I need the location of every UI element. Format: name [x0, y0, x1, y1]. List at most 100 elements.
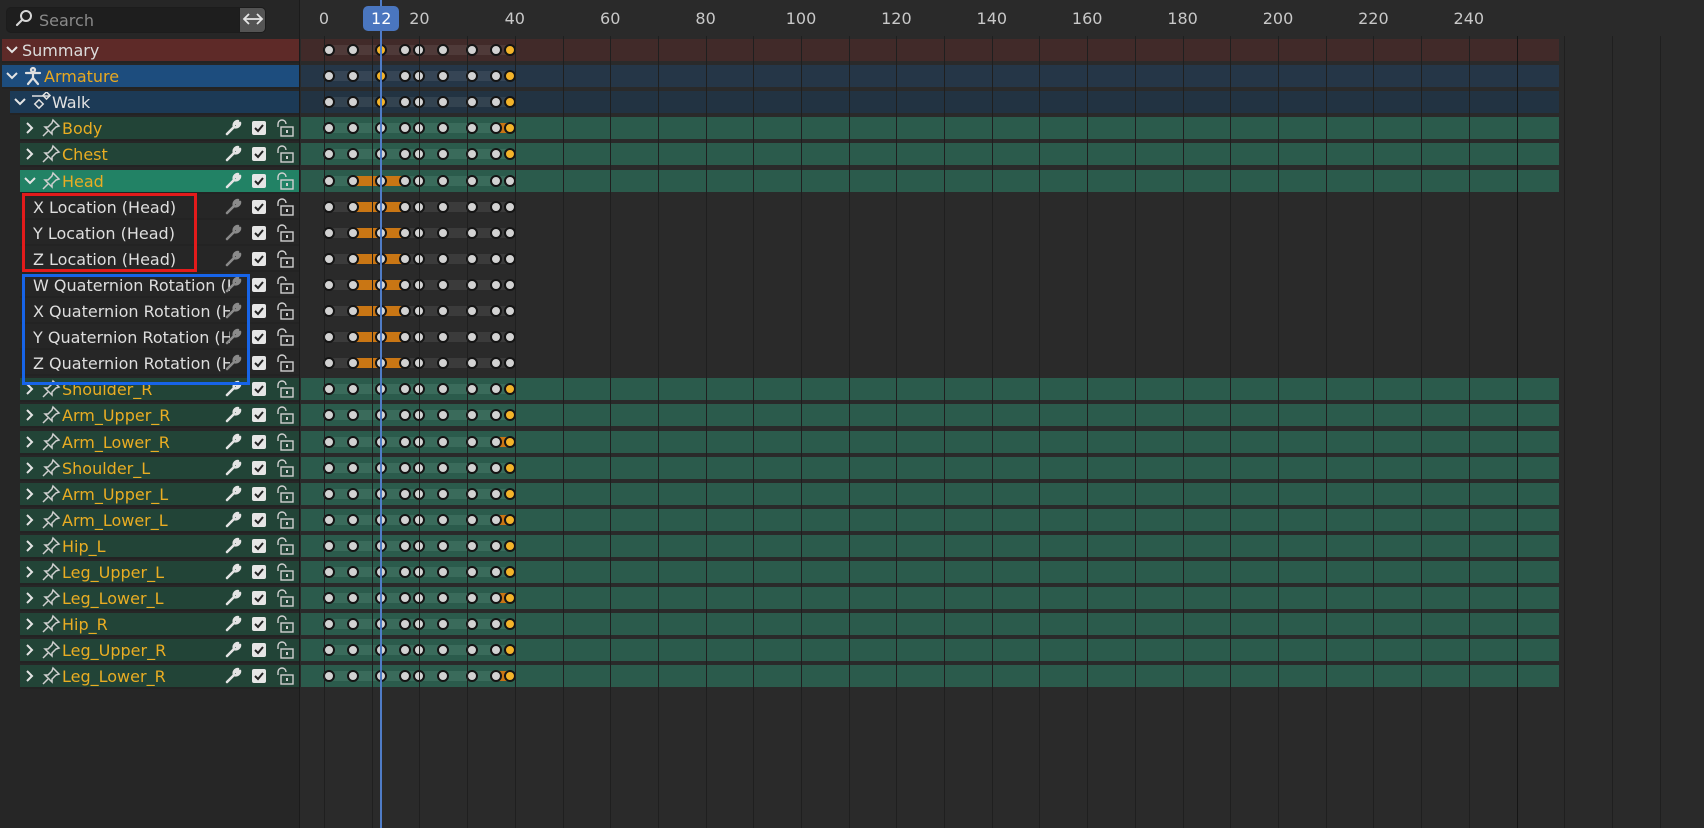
keyframe[interactable]: [346, 357, 359, 369]
wrench-icon[interactable]: [222, 300, 244, 322]
fcurve-row[interactable]: X Location (Head): [20, 196, 299, 220]
keyframe[interactable]: [489, 670, 502, 682]
lock-icon[interactable]: [274, 665, 296, 687]
group-row-hip-l[interactable]: Hip_L: [20, 535, 299, 559]
keyframe[interactable]: [399, 96, 412, 108]
keyframe[interactable]: [489, 462, 502, 474]
keyframe[interactable]: [489, 122, 502, 134]
keyframe[interactable]: [346, 227, 359, 239]
keyframe[interactable]: [346, 122, 359, 134]
keyframe[interactable]: [437, 566, 450, 578]
wrench-icon[interactable]: [222, 665, 244, 687]
fcurve-row[interactable]: Y Location (Head): [20, 222, 299, 246]
fcurve-row[interactable]: Z Quaternion Rotation (Head): [20, 352, 299, 376]
lock-icon[interactable]: [274, 404, 296, 426]
chevron-right-icon[interactable]: [20, 669, 40, 683]
group-row-hip-r[interactable]: Hip_R: [20, 613, 299, 637]
checkbox-icon[interactable]: [248, 613, 270, 635]
checkbox-icon[interactable]: [248, 352, 270, 374]
wrench-icon[interactable]: [222, 404, 244, 426]
keyframe[interactable]: [437, 279, 450, 291]
wrench-icon[interactable]: [222, 117, 244, 139]
chevron-down-icon[interactable]: [2, 71, 22, 81]
wrench-icon[interactable]: [222, 561, 244, 583]
group-row-shoulder-l[interactable]: Shoulder_L: [20, 457, 299, 481]
group-row-body[interactable]: Body: [20, 117, 299, 141]
chevron-right-icon[interactable]: [20, 408, 40, 422]
keyframe[interactable]: [489, 175, 502, 187]
keyframe[interactable]: [437, 305, 450, 317]
checkbox-icon[interactable]: [248, 326, 270, 348]
wrench-icon[interactable]: [222, 196, 244, 218]
keyframe[interactable]: [399, 383, 412, 395]
keyframe[interactable]: [437, 383, 450, 395]
keyframe-area[interactable]: 0 20 40 60 80 100 120 140 160 180 200 220 240 12: [301, 0, 1704, 828]
checkbox-icon[interactable]: [248, 378, 270, 400]
keyframe[interactable]: [346, 540, 359, 552]
keyframe[interactable]: [399, 175, 412, 187]
keyframe[interactable]: [346, 96, 359, 108]
keyframe[interactable]: [399, 357, 412, 369]
current-frame-indicator[interactable]: 12: [363, 6, 400, 31]
keyframe[interactable]: [399, 148, 412, 160]
wrench-icon[interactable]: [222, 248, 244, 270]
lock-icon[interactable]: [274, 535, 296, 557]
lock-icon[interactable]: [274, 222, 296, 244]
keyframe[interactable]: [399, 540, 412, 552]
keyframe[interactable]: [489, 305, 502, 317]
search-input[interactable]: [39, 10, 239, 30]
keyframe[interactable]: [437, 44, 450, 56]
lock-icon[interactable]: [274, 117, 296, 139]
wrench-icon[interactable]: [222, 509, 244, 531]
keyframe[interactable]: [399, 409, 412, 421]
checkbox-icon[interactable]: [248, 483, 270, 505]
keyframe[interactable]: [346, 305, 359, 317]
wrench-icon[interactable]: [222, 639, 244, 661]
lock-icon[interactable]: [274, 274, 296, 296]
keyframe[interactable]: [489, 488, 502, 500]
lock-icon[interactable]: [274, 196, 296, 218]
checkbox-icon[interactable]: [248, 143, 270, 165]
keyframe[interactable]: [489, 96, 502, 108]
checkbox-icon[interactable]: [248, 587, 270, 609]
checkbox-icon[interactable]: [248, 222, 270, 244]
group-row-shoulder-r[interactable]: Shoulder_R: [20, 378, 299, 402]
keyframe[interactable]: [399, 514, 412, 526]
chevron-down-icon[interactable]: [20, 176, 40, 186]
wrench-icon[interactable]: [222, 431, 244, 453]
keyframe[interactable]: [437, 540, 450, 552]
lock-icon[interactable]: [274, 457, 296, 479]
fcurve-row[interactable]: W Quaternion Rotation (Head): [20, 274, 299, 298]
keyframe[interactable]: [437, 462, 450, 474]
wrench-icon[interactable]: [222, 352, 244, 374]
keyframe[interactable]: [346, 70, 359, 82]
keyframe[interactable]: [437, 175, 450, 187]
keyframe[interactable]: [437, 253, 450, 265]
keyframe[interactable]: [399, 331, 412, 343]
keyframe[interactable]: [437, 96, 450, 108]
lock-icon[interactable]: [274, 509, 296, 531]
checkbox-icon[interactable]: [248, 196, 270, 218]
checkbox-icon[interactable]: [248, 665, 270, 687]
chevron-right-icon[interactable]: [20, 513, 40, 527]
checkbox-icon[interactable]: [248, 535, 270, 557]
keyframe[interactable]: [346, 436, 359, 448]
lock-icon[interactable]: [274, 248, 296, 270]
wrench-icon[interactable]: [222, 613, 244, 635]
keyframe[interactable]: [399, 592, 412, 604]
keyframe[interactable]: [399, 436, 412, 448]
keyframe[interactable]: [399, 644, 412, 656]
keyframe[interactable]: [489, 70, 502, 82]
keyframe[interactable]: [437, 670, 450, 682]
keyframe[interactable]: [489, 253, 502, 265]
keyframe[interactable]: [489, 201, 502, 213]
keyframe[interactable]: [399, 670, 412, 682]
keyframe[interactable]: [437, 644, 450, 656]
keyframe[interactable]: [399, 279, 412, 291]
keyframe[interactable]: [346, 592, 359, 604]
keyframe[interactable]: [346, 670, 359, 682]
keyframe[interactable]: [437, 227, 450, 239]
keyframe[interactable]: [399, 44, 412, 56]
keyframe[interactable]: [489, 436, 502, 448]
group-row-arm-lower-l[interactable]: Arm_Lower_L: [20, 509, 299, 533]
